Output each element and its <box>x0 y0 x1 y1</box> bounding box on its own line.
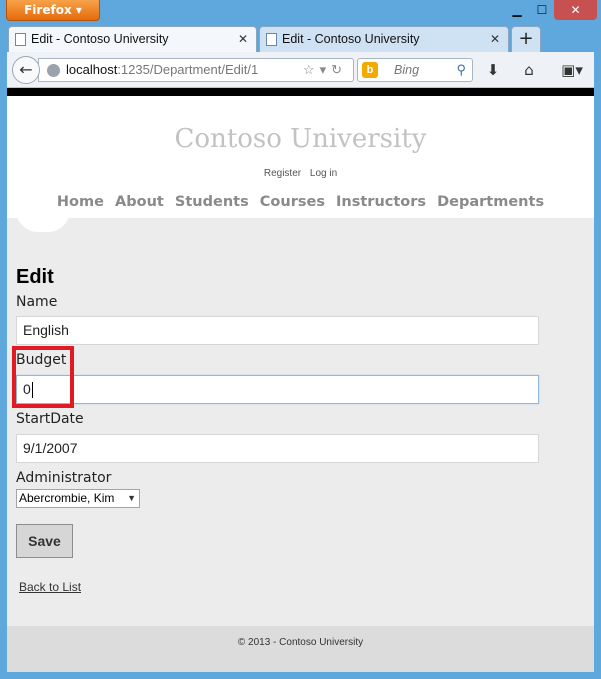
name-field[interactable]: English <box>16 316 539 345</box>
menu-students[interactable]: Students <box>175 194 249 210</box>
close-tab-icon[interactable]: ✕ <box>238 27 248 51</box>
budget-field[interactable]: 0 <box>16 375 539 404</box>
new-tab-button[interactable]: + <box>511 26 541 52</box>
maximize-button[interactable]: ☐ <box>530 0 554 20</box>
site-top-bar <box>7 88 594 96</box>
reload-icon[interactable]: ↻ <box>331 62 347 77</box>
register-link[interactable]: Register <box>264 168 301 179</box>
history-dropdown-icon[interactable]: ▾ <box>320 62 332 77</box>
login-links: Register Log in <box>7 168 594 179</box>
site-title[interactable]: Contoso University <box>7 124 594 154</box>
close-tab-icon[interactable]: ✕ <box>490 27 500 51</box>
tab-title: Edit - Contoso University <box>282 32 420 46</box>
back-to-list-link[interactable]: Back to List <box>19 580 81 594</box>
menu-courses[interactable]: Courses <box>260 194 325 210</box>
site-footer: © 2013 - Contoso University <box>7 626 594 672</box>
search-icon[interactable]: ⚲ <box>456 59 466 81</box>
url-text: localhost:1235/Department/Edit/1 <box>66 59 258 81</box>
startdate-label: StartDate <box>16 411 84 427</box>
navigation-toolbar: localhost:1235/Department/Edit/1 ☆▾↻ ← b… <box>7 52 594 88</box>
administrator-selected: Abercrombie, Kim <box>19 491 115 505</box>
administrator-select[interactable]: Abercrombie, Kim ▼ <box>16 489 140 508</box>
bookmark-star-icon[interactable]: ☆ <box>303 62 320 77</box>
back-arrow-icon: ← <box>19 60 33 79</box>
decorative-tab <box>16 210 70 232</box>
startdate-field[interactable]: 9/1/2007 <box>16 434 539 463</box>
address-bar[interactable]: localhost:1235/Department/Edit/1 ☆▾↻ <box>38 58 354 82</box>
tab-strip: Edit - Contoso University ✕ Edit - Conto… <box>8 26 594 52</box>
main-menu: Home About Students Courses Instructors … <box>7 194 594 210</box>
title-bar: Firefox ▾ ▁ ☐ ✕ <box>0 0 601 24</box>
budget-highlight-box <box>12 346 74 408</box>
menu-instructors[interactable]: Instructors <box>336 194 426 210</box>
site-header: Contoso University Register Log in Home … <box>7 96 594 218</box>
minimize-button[interactable]: ▁ <box>504 0 530 20</box>
login-link[interactable]: Log in <box>310 168 337 179</box>
browser-window: Firefox ▾ ▁ ☐ ✕ Edit - Contoso Universit… <box>0 0 601 679</box>
footer-copyright: © 2013 - Contoso University <box>237 637 364 648</box>
download-icon[interactable]: ⬇ <box>481 59 505 81</box>
menu-about[interactable]: About <box>115 194 164 210</box>
save-button[interactable]: Save <box>16 524 73 558</box>
back-button[interactable]: ← <box>12 56 40 84</box>
name-label: Name <box>16 294 58 310</box>
menu-departments[interactable]: Departments <box>437 194 544 210</box>
menu-home[interactable]: Home <box>57 194 104 210</box>
page-title: Edit <box>16 266 54 288</box>
tab-title: Edit - Contoso University <box>31 32 169 46</box>
administrator-label: Administrator <box>16 470 112 486</box>
home-icon[interactable]: ⌂ <box>517 59 541 81</box>
url-path: :1235/Department/Edit/1 <box>117 62 259 77</box>
search-box[interactable]: b Bing ⚲ <box>357 58 473 82</box>
bing-icon[interactable]: b <box>362 62 378 78</box>
close-window-button[interactable]: ✕ <box>554 0 597 20</box>
url-host: localhost <box>66 62 118 77</box>
tab-edit-inactive[interactable]: Edit - Contoso University ✕ <box>259 26 509 52</box>
chevron-down-icon: ▼ <box>127 493 136 503</box>
web-page: Contoso University Register Log in Home … <box>7 96 594 672</box>
tab-edit-active[interactable]: Edit - Contoso University ✕ <box>8 26 257 52</box>
firefox-menu-label: Firefox <box>24 3 72 17</box>
main-content: Edit Name English Budget 0 StartDate 9/1… <box>7 210 594 626</box>
address-bar-icons: ☆▾↻ <box>303 59 347 81</box>
page-icon <box>15 33 26 46</box>
firefox-menu-button[interactable]: Firefox ▾ <box>6 0 100 21</box>
bookmarks-menu-icon[interactable]: ▣▾ <box>555 59 589 81</box>
globe-icon <box>47 64 60 77</box>
search-placeholder: Bing <box>394 63 420 77</box>
page-icon <box>266 33 277 46</box>
